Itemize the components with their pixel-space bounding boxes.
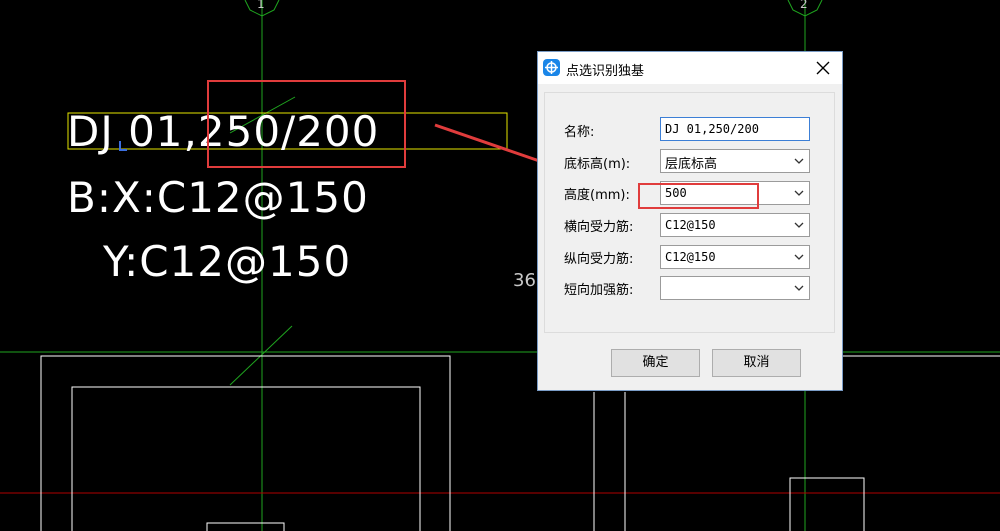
bottom-elevation-select[interactable]: 层底标高 <box>660 149 810 173</box>
foundation-outline-inner[interactable] <box>71 386 421 531</box>
name-label: 名称: <box>564 125 595 140</box>
ok-button[interactable]: 确定 <box>611 349 700 377</box>
point-identify-foundation-dialog: 点选识别独基 名称: 底标高(m): 高度(mm): 横向受力筋: 纵向受力筋:… <box>537 51 843 391</box>
column-outline[interactable] <box>206 522 285 531</box>
chevron-down-icon[interactable] <box>793 187 805 199</box>
cancel-button[interactable]: 取消 <box>712 349 801 377</box>
short-reinforcement-select[interactable] <box>660 276 810 300</box>
dialog-title: 点选识别独基 <box>566 64 645 79</box>
transverse-rebar-select[interactable]: C12@150 <box>660 213 810 237</box>
short-reinforcement-label: 短向加强筋: <box>564 283 634 298</box>
app-icon <box>543 59 560 76</box>
dimension-text: 36 <box>513 270 536 291</box>
annotation-highlight-height <box>638 183 759 209</box>
text-cursor-marker-icon <box>119 141 127 151</box>
close-icon[interactable] <box>810 55 836 81</box>
name-input[interactable]: DJ 01,250/200 <box>660 117 810 141</box>
chevron-down-icon[interactable] <box>793 251 805 263</box>
chevron-down-icon[interactable] <box>793 282 805 294</box>
height-label: 高度(mm): <box>564 188 630 203</box>
grid-number-2: 2 <box>800 0 808 11</box>
foundation-label-rebar-y[interactable]: Y:C12@150 <box>103 238 351 286</box>
bottom-elevation-label: 底标高(m): <box>564 157 631 172</box>
foundation-outline-right[interactable] <box>789 477 865 531</box>
longitudinal-rebar-select[interactable]: C12@150 <box>660 245 810 269</box>
grid-number-1: 1 <box>257 0 265 11</box>
chevron-down-icon[interactable] <box>793 219 805 231</box>
foundation-outline-outer[interactable] <box>40 355 451 531</box>
longitudinal-rebar-label: 纵向受力筋: <box>564 252 634 267</box>
foundation-label-rebar-b[interactable]: B:X:C12@150 <box>67 174 369 222</box>
annotation-highlight-label <box>207 80 406 168</box>
dialog-titlebar[interactable]: 点选识别独基 <box>538 52 842 84</box>
chevron-down-icon[interactable] <box>793 155 805 167</box>
transverse-rebar-label: 横向受力筋: <box>564 220 634 235</box>
